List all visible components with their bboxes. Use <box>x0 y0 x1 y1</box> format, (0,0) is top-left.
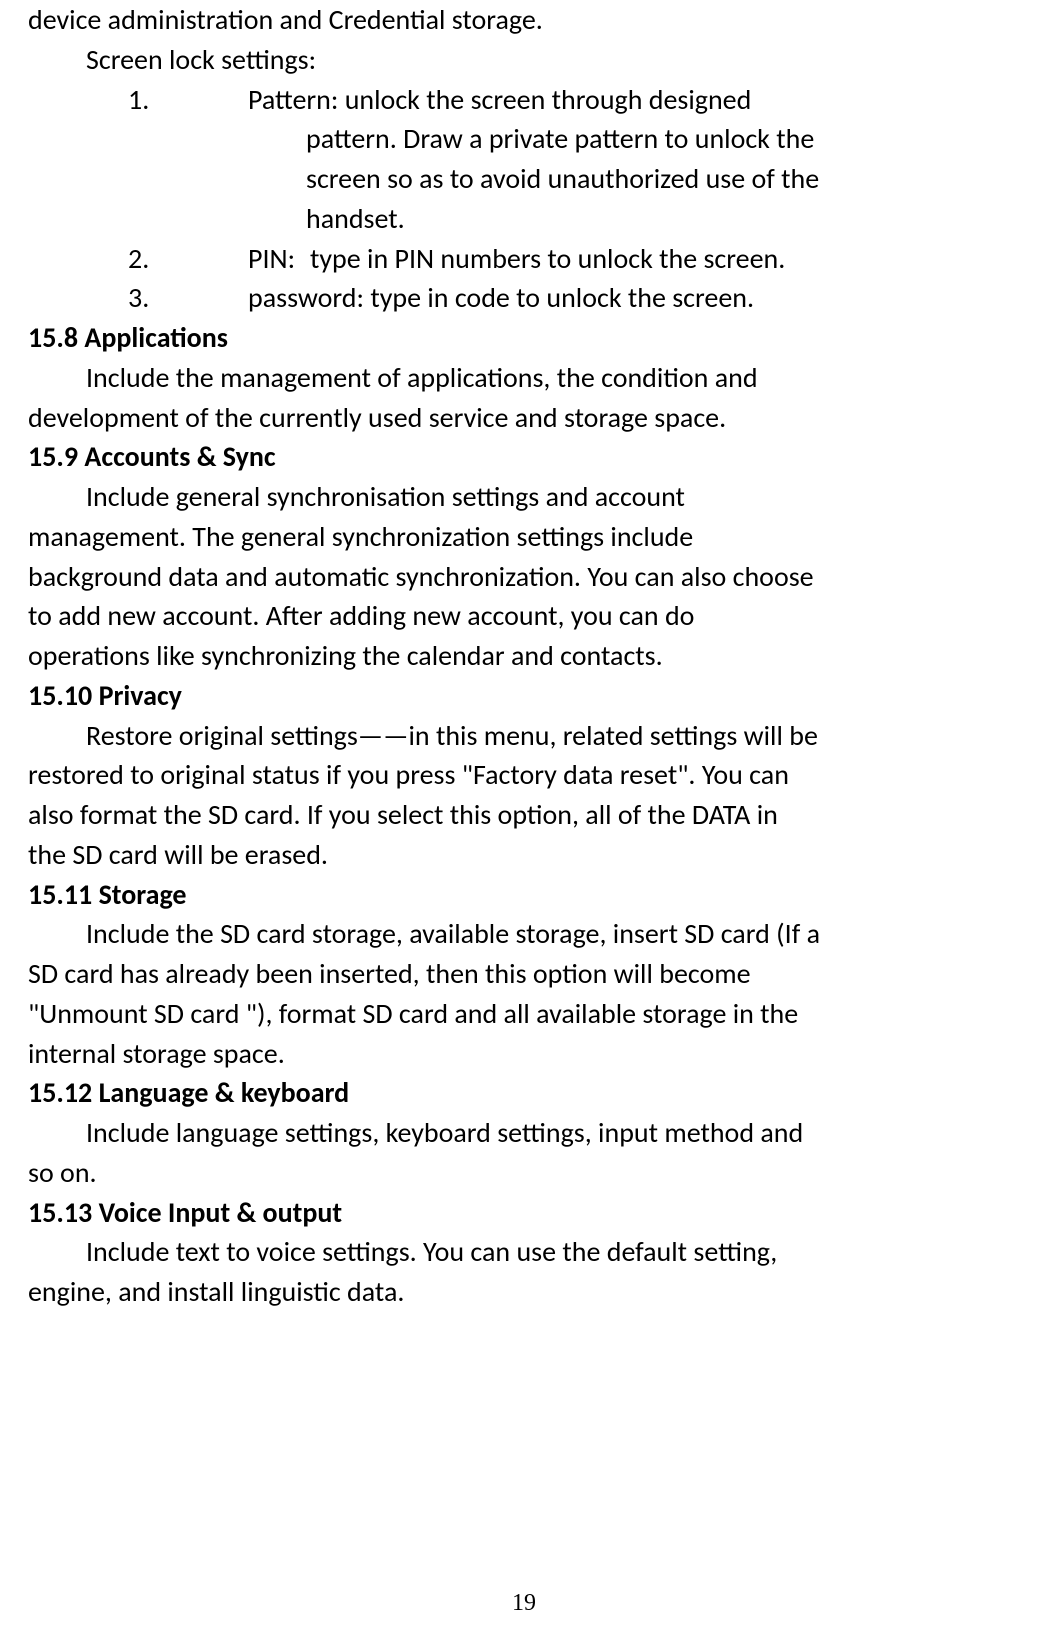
para-15-10-l1: Restore original settings——in this menu,… <box>28 716 1020 756</box>
list-num-3: 3. <box>128 278 248 318</box>
list-text-3: password: type in code to unlock the scr… <box>248 280 754 315</box>
heading-15-9: 15.9 Accounts & Sync <box>28 437 1020 477</box>
heading-15-12: 15.12 Language & keyboard <box>28 1073 1020 1113</box>
para-15-8-l1: Include the management of applications, … <box>28 358 1020 398</box>
list-text-1d: handset. <box>28 199 1020 239</box>
para-15-11-l1: Include the SD card storage, available s… <box>28 914 1020 954</box>
list-text-1a: Pattern: unlock the screen through desig… <box>248 82 751 117</box>
list-item-3: 3.password: type in code to unlock the s… <box>28 278 1020 318</box>
para-15-8-l2: development of the currently used servic… <box>28 398 1020 438</box>
para-15-11-l3: "Unmount SD card "), format SD card and … <box>28 994 1020 1034</box>
para-15-11-l4: internal storage space. <box>28 1034 1020 1074</box>
para-15-10-l2: restored to original status if you press… <box>28 755 1020 795</box>
para-15-9-l1: Include general synchronisation settings… <box>28 477 1020 517</box>
list-item-2: 2.PIN:type in PIN numbers to unlock the … <box>28 239 1020 279</box>
para-15-12-l1: Include language settings, keyboard sett… <box>28 1113 1020 1153</box>
para-15-9-l3: background data and automatic synchroniz… <box>28 557 1020 597</box>
para-15-13-l1: Include text to voice settings. You can … <box>28 1232 1020 1272</box>
list-num-2: 2. <box>128 239 248 279</box>
heading-15-13: 15.13 Voice Input & output <box>28 1193 1020 1233</box>
list-item-1: 1.Pattern: unlock the screen through des… <box>28 80 1020 120</box>
heading-15-10: 15.10 Privacy <box>28 676 1020 716</box>
para-15-11-l2: SD card has already been inserted, then … <box>28 954 1020 994</box>
page-number: 19 <box>0 1586 1048 1620</box>
para-15-9-l2: management. The general synchronization … <box>28 517 1020 557</box>
screen-lock-label: Screen lock settings: <box>28 40 1020 80</box>
para-15-9-l4: to add new account. After adding new acc… <box>28 596 1020 636</box>
list-text-1b: pattern. Draw a private pattern to unloc… <box>28 119 1020 159</box>
heading-15-11: 15.11 Storage <box>28 875 1020 915</box>
document-content: device administration and Credential sto… <box>28 0 1020 1312</box>
list-num-1: 1. <box>128 80 248 120</box>
list-text-1c: screen so as to avoid unauthorized use o… <box>28 159 1020 199</box>
intro-line: device administration and Credential sto… <box>28 0 1020 40</box>
para-15-10-l3: also format the SD card. If you select t… <box>28 795 1020 835</box>
para-15-10-l4: the SD card will be erased. <box>28 835 1020 875</box>
para-15-13-l2: engine, and install linguistic data. <box>28 1272 1020 1312</box>
para-15-9-l5: operations like synchronizing the calend… <box>28 636 1020 676</box>
list-label-2: PIN: <box>248 239 310 279</box>
para-15-12-l2: so on. <box>28 1153 1020 1193</box>
heading-15-8: 15.8 Applications <box>28 318 1020 358</box>
list-text-2: type in PIN numbers to unlock the screen… <box>310 241 785 276</box>
